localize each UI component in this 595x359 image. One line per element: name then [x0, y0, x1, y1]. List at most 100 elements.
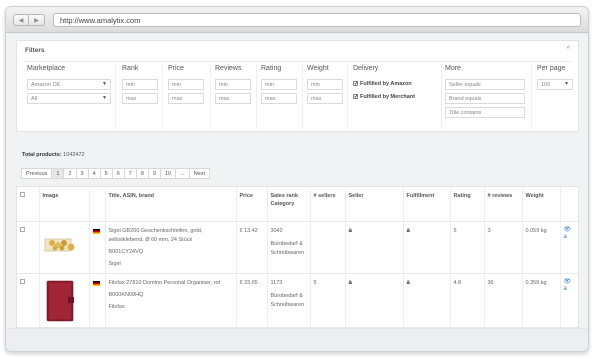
- price-cell: € 13.42: [235, 221, 267, 274]
- back-button[interactable]: ◀: [13, 14, 29, 26]
- brand-equals-input[interactable]: Brand equals: [445, 93, 525, 104]
- filters-panel: Filters ^ Marketplace Amazon DE ▼ All ▼ Ra…: [16, 40, 579, 132]
- forward-button[interactable]: ▶: [29, 14, 45, 26]
- per-page-select[interactable]: 100 ▼: [537, 79, 573, 90]
- fulfillment-header[interactable]: Fulfillment: [402, 187, 450, 222]
- address-bar[interactable]: http://www.amalytix.com: [53, 13, 581, 27]
- amazon-link-icon[interactable]: a: [564, 234, 576, 241]
- more-filter: More Seller equals Brand equals Title co…: [445, 65, 525, 121]
- total-products-value: 1042472: [63, 152, 85, 158]
- rating-max-input[interactable]: max: [261, 93, 297, 104]
- page-footer-bar: [6, 328, 588, 351]
- price-cell: € 33.65: [235, 273, 267, 328]
- fulfilled-by-amazon-label: Fulfilled by Amazon: [360, 80, 412, 87]
- per-page-filter: Per page 100 ▼: [537, 65, 573, 93]
- rank-max-input[interactable]: max: [122, 93, 158, 104]
- category-label: Category: [270, 201, 295, 207]
- sellers-header[interactable]: # sellers: [309, 187, 345, 222]
- organiser-product-image[interactable]: [43, 279, 77, 323]
- column-divider: [347, 65, 348, 129]
- marketplace-flag-cell: [88, 273, 105, 328]
- back-arrow-icon: ◀: [18, 17, 24, 24]
- row-checkbox[interactable]: [20, 278, 25, 284]
- rank-filter: Rank min max: [122, 65, 158, 107]
- marketplace-flag-cell: [88, 221, 105, 274]
- product-title[interactable]: Filofax 27810 Domino Personal Organiser,…: [109, 279, 233, 288]
- product-image-cell: [38, 221, 89, 274]
- rank-min-input[interactable]: min: [122, 79, 158, 90]
- column-divider: [115, 65, 116, 129]
- gift-bows-product-image[interactable]: [43, 227, 77, 259]
- row-select-cell[interactable]: [17, 221, 39, 274]
- reviews-cell: 36: [483, 273, 522, 328]
- collapse-chevron-icon[interactable]: ^: [567, 46, 570, 53]
- price-max-input[interactable]: max: [168, 93, 204, 104]
- row-checkbox[interactable]: [20, 226, 25, 232]
- product-title[interactable]: Sigel GB200 Geschenkschleifen, gold, sel…: [109, 227, 233, 245]
- dropdown-arrow-icon: ▼: [564, 81, 569, 87]
- marketplace-label: Marketplace: [27, 65, 66, 72]
- checkbox-icon: ✓: [353, 94, 359, 100]
- title-contains-input[interactable]: Title contains: [445, 107, 525, 118]
- german-flag-icon: [92, 228, 100, 234]
- weight-cell: 0.059 kg: [521, 221, 560, 274]
- rank-cell: 1173 Bürobedarf & Schreibwaren: [266, 273, 310, 328]
- checkbox-icon: ✓: [353, 81, 359, 87]
- rating-min-input[interactable]: min: [261, 79, 297, 90]
- weight-header[interactable]: Weight: [521, 187, 560, 222]
- fulfilled-by-amazon-checkbox[interactable]: ✓ Fulfilled by Amazon: [353, 79, 439, 88]
- reviews-max-input[interactable]: max: [215, 93, 251, 104]
- category-select[interactable]: All ▼: [27, 93, 111, 104]
- title-header[interactable]: Title, ASIN, brand: [104, 187, 236, 222]
- total-products-label: Total products:: [22, 152, 62, 158]
- weight-max-input[interactable]: max: [307, 93, 343, 104]
- row-select-cell[interactable]: [17, 273, 39, 328]
- reviews-cell: 3: [483, 221, 522, 274]
- view-eye-icon[interactable]: 👁: [564, 227, 576, 234]
- column-divider: [256, 65, 257, 129]
- reviews-min-input[interactable]: min: [215, 79, 251, 90]
- rating-label: Rating: [261, 65, 282, 72]
- seller-header[interactable]: Seller: [344, 187, 403, 222]
- sales-rank-header[interactable]: Sales rank Category: [266, 187, 310, 222]
- marketplace-value: Amazon DE: [31, 82, 61, 88]
- weight-min-input[interactable]: min: [307, 79, 343, 90]
- column-divider: [441, 65, 442, 129]
- products-table: Image Title, ASIN, brand Price Sales ran…: [17, 187, 578, 328]
- category-value: Bürobedarf & Schreibwaren: [270, 240, 305, 256]
- weight-filter: Weight min max: [307, 65, 343, 107]
- amazon-link-icon[interactable]: a: [564, 286, 576, 293]
- reviews-header[interactable]: # reviews: [483, 187, 522, 222]
- german-flag-icon: [92, 280, 100, 286]
- product-asin: B000KN09HQ: [108, 291, 144, 298]
- reviews-filter: Reviews min max: [215, 65, 251, 107]
- view-eye-icon[interactable]: 👁: [564, 279, 576, 286]
- sales-rank-label: Sales rank: [270, 193, 299, 199]
- amazon-icon: a: [406, 279, 410, 286]
- rating-cell: 5: [449, 221, 484, 274]
- marketplace-filter: Marketplace Amazon DE ▼ All ▼: [27, 65, 111, 107]
- page-next[interactable]: Next: [188, 168, 210, 179]
- sellers-cell: [309, 221, 345, 274]
- price-label: Price: [168, 65, 184, 72]
- marketplace-select[interactable]: Amazon DE ▼: [27, 79, 111, 90]
- select-all-header[interactable]: [17, 187, 39, 222]
- page-previous[interactable]: Previous: [21, 168, 53, 179]
- delivery-label: Delivery: [353, 65, 379, 72]
- page-10[interactable]: 10: [159, 168, 177, 179]
- browser-window: ◀ ▶ http://www.amalytix.com Filters ^ Ma…: [5, 6, 589, 352]
- table-row: Filofax 27810 Domino Personal Organiser,…: [17, 273, 578, 328]
- per-page-value: 100: [541, 82, 551, 88]
- pagination: Previous 1 2 3 4 5 6 7 8 9 10 ... Next: [21, 168, 210, 179]
- rating-header[interactable]: Rating: [449, 187, 484, 222]
- column-divider: [302, 65, 303, 129]
- product-brand: Sigel: [108, 260, 121, 267]
- sales-rank-value: 1173: [270, 279, 283, 286]
- actions-cell: 👁 a: [559, 273, 578, 328]
- actions-header: [559, 187, 578, 222]
- price-header[interactable]: Price: [235, 187, 267, 222]
- seller-equals-input[interactable]: Seller equals: [445, 79, 525, 90]
- fulfilled-by-merchant-checkbox[interactable]: ✓ Fulfilled by Merchant: [353, 92, 439, 101]
- price-min-input[interactable]: min: [168, 79, 204, 90]
- select-all-checkbox[interactable]: [20, 192, 25, 197]
